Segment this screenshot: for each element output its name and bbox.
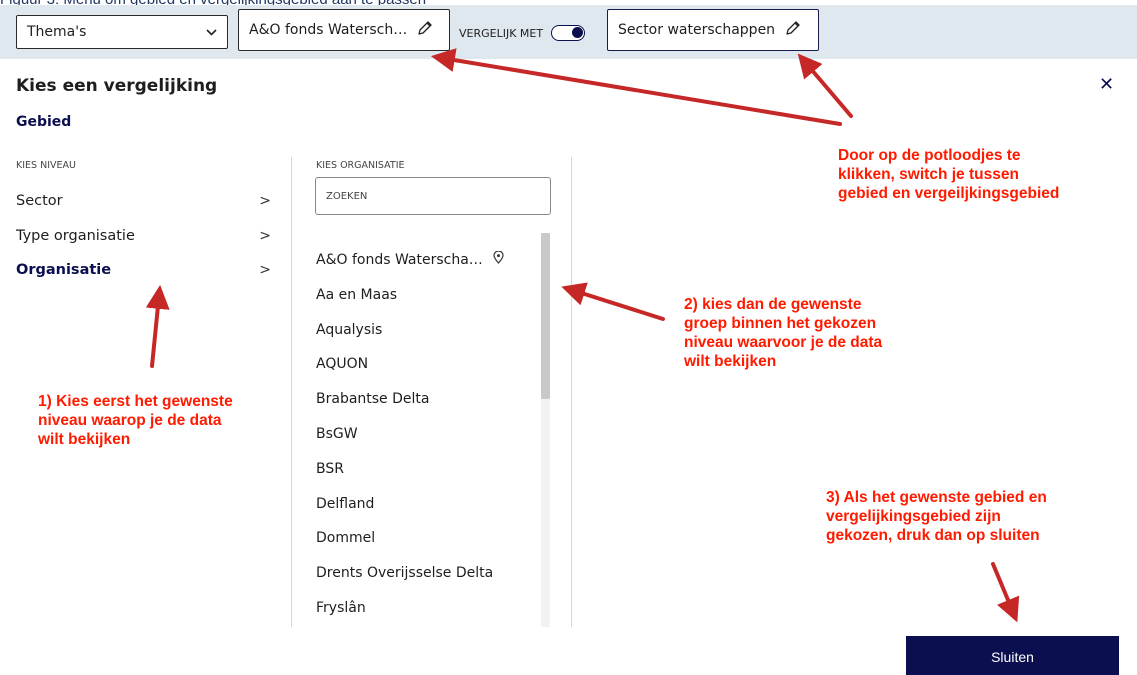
chevron-right-icon: > <box>259 193 271 209</box>
area-chip-label: A&O fonds Watersch… <box>249 22 408 38</box>
theme-select[interactable]: Thema's <box>16 15 228 49</box>
compare-toggle-group: VERGELIJK MET <box>459 25 586 41</box>
level-item-organisatie[interactable]: Organisatie > <box>16 262 271 278</box>
level-item-label: Organisatie <box>16 262 112 278</box>
org-column-header: KIES ORGANISATIE <box>316 160 405 171</box>
top-filter-bar: Thema's A&O fonds Watersch… VERGELIJK ME… <box>0 5 1137 59</box>
compare-chip-label: Sector waterschappen <box>618 22 776 38</box>
pencil-icon[interactable] <box>417 20 433 40</box>
chevron-down-icon <box>206 24 217 40</box>
list-item[interactable]: AQUON <box>316 347 536 382</box>
column-divider <box>571 157 572 627</box>
arrow-to-org-list <box>561 282 665 321</box>
list-item-label: A&O fonds Waterscha… <box>316 252 483 268</box>
annotation-step-2: 2) kies dan de gewenste groep binnen het… <box>684 296 883 370</box>
column-divider <box>291 157 292 627</box>
arrow-to-compare-chip <box>797 53 853 118</box>
arrow-to-area-chip <box>430 48 842 126</box>
chevron-right-icon: > <box>259 262 271 278</box>
area-chip[interactable]: A&O fonds Watersch… <box>238 9 450 51</box>
compare-toggle[interactable] <box>551 25 586 41</box>
search-input[interactable]: ZOEKEN <box>315 177 551 215</box>
panel-subtitle: Gebied <box>16 114 72 130</box>
pencil-icon[interactable] <box>785 20 801 40</box>
list-item[interactable]: Aqualysis <box>316 313 536 348</box>
level-item-type-organisatie[interactable]: Type organisatie > <box>16 228 271 244</box>
list-item[interactable]: BSR <box>316 452 536 487</box>
list-item[interactable]: Delfland <box>316 487 536 522</box>
organisation-list: A&O fonds Waterscha… Aa en Maas Aqualysi… <box>316 243 536 626</box>
level-item-label: Type organisatie <box>16 228 135 244</box>
close-button[interactable]: Sluiten <box>906 636 1119 675</box>
compare-label: VERGELIJK MET <box>459 26 544 40</box>
annotation-step-1: 1) Kies eerst het gewenste niveau waarop… <box>38 393 233 448</box>
level-item-label: Sector <box>16 193 63 209</box>
annotation-pencils: Door op de potloodjes te klikken, switch… <box>838 147 1060 202</box>
level-column-header: KIES NIVEAU <box>16 160 76 171</box>
annotation-step-3: 3) Als het gewenste gebied en vergelijki… <box>826 489 1047 544</box>
location-pin-icon <box>489 250 504 267</box>
scrollbar-thumb[interactable] <box>541 233 550 399</box>
list-item[interactable]: Drents Overijsselse Delta <box>316 556 536 591</box>
list-item[interactable]: A&O fonds Waterscha… <box>316 243 536 278</box>
arrow-to-level-list <box>145 284 170 368</box>
close-icon[interactable]: ✕ <box>1099 74 1114 95</box>
theme-select-value: Thema's <box>27 24 87 40</box>
list-item[interactable]: Dommel <box>316 521 536 556</box>
panel-title: Kies een vergelijking <box>16 76 218 96</box>
arrow-to-close-button <box>991 562 1020 623</box>
list-item[interactable]: BsGW <box>316 417 536 452</box>
annotation-arrows <box>145 48 1020 623</box>
list-item[interactable]: Aa en Maas <box>316 278 536 313</box>
list-item[interactable]: Fryslân <box>316 591 536 626</box>
compare-chip[interactable]: Sector waterschappen <box>607 9 819 51</box>
level-item-sector[interactable]: Sector > <box>16 193 271 209</box>
chevron-right-icon: > <box>259 228 271 244</box>
list-item[interactable]: Brabantse Delta <box>316 382 536 417</box>
